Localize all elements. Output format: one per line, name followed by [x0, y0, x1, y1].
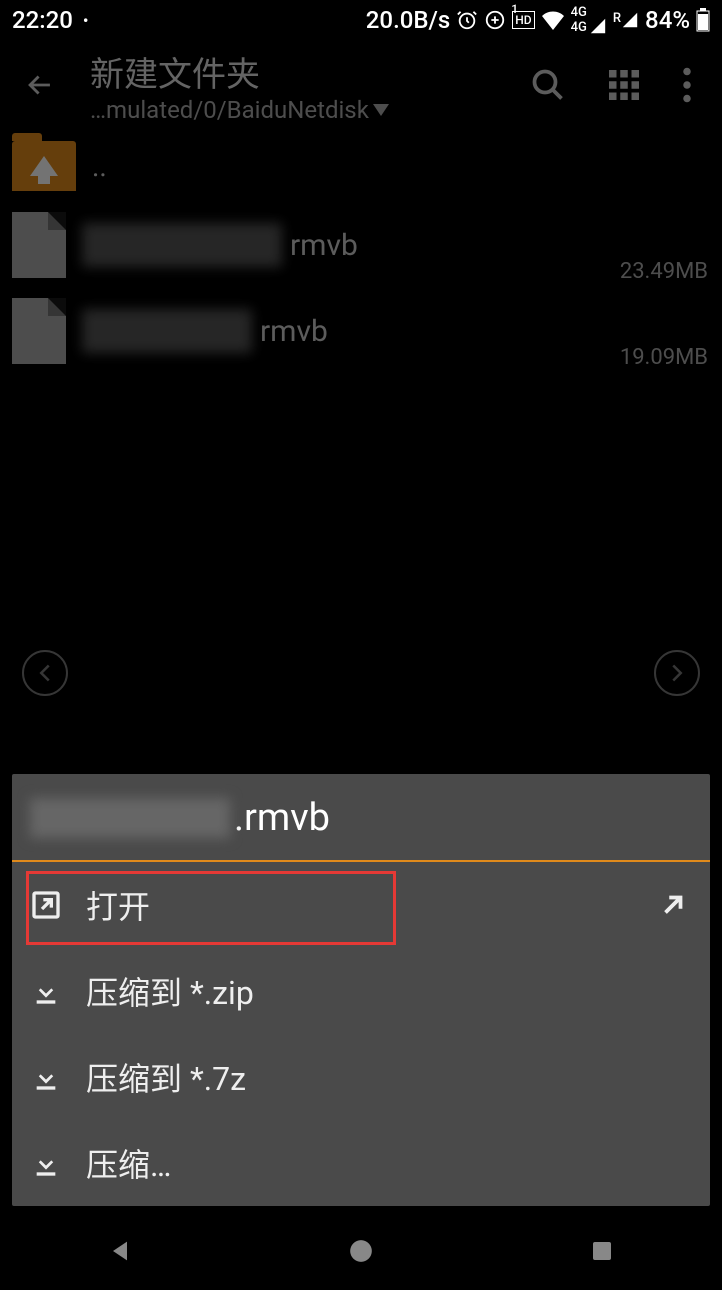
page-title: 新建文件夹 [90, 47, 530, 96]
sheet-header: .rmvb [12, 774, 710, 862]
wifi-icon [541, 10, 565, 30]
app-bar: 新建文件夹 …mulated/0/BaiduNetdisk [0, 40, 722, 130]
file-row[interactable]: rmvb 19.09MB [0, 288, 722, 374]
download-icon [30, 1147, 62, 1179]
hd-icon: 1HD [512, 11, 534, 29]
status-speed: 20.0B/s [366, 6, 450, 34]
signal-4g-icon: 4G4G [571, 5, 607, 35]
file-name-redacted [82, 309, 252, 353]
nav-home-button[interactable] [344, 1234, 378, 1268]
system-nav-bar [0, 1212, 722, 1290]
signal-r-icon: R [613, 11, 639, 29]
nav-back-button[interactable] [103, 1234, 137, 1268]
plus-circle-icon [484, 9, 506, 31]
next-button[interactable] [654, 650, 700, 696]
prev-button[interactable] [22, 650, 68, 696]
file-size: 23.49MB [620, 259, 708, 284]
file-list: .. rmvb 23.49MB rmvb 19.09MB [0, 130, 722, 374]
sheet-file-extension: .rmvb [234, 796, 330, 840]
menu-item-compress[interactable]: 压缩… [12, 1120, 710, 1206]
page-nav [0, 650, 722, 696]
search-icon[interactable] [530, 67, 566, 103]
sheet-filename-redacted [30, 798, 230, 838]
status-dot: • [83, 11, 89, 30]
arrow-up-right-icon [658, 890, 688, 920]
file-icon [12, 212, 66, 278]
menu-item-label: 压缩到 *.7z [86, 1054, 246, 1100]
menu-item-label: 压缩到 *.zip [86, 968, 254, 1014]
parent-folder-label: .. [92, 150, 107, 183]
parent-folder-row[interactable]: .. [0, 130, 722, 202]
status-bar: 22:20 • 20.0B/s 1HD 4G4G R 84% [0, 0, 722, 40]
file-icon [12, 298, 66, 364]
download-icon [30, 975, 62, 1007]
download-icon [30, 1061, 62, 1093]
context-menu: .rmvb 打开 压缩到 *.zip 压缩到 *.7z 压缩… [12, 774, 710, 1206]
file-row[interactable]: rmvb 23.49MB [0, 202, 722, 288]
alarm-icon [456, 9, 478, 31]
status-time: 22:20 [12, 6, 73, 34]
menu-item-label: 压缩… [86, 1140, 171, 1186]
battery-icon [696, 8, 710, 32]
breadcrumb[interactable]: …mulated/0/BaiduNetdisk [90, 96, 530, 124]
menu-item-compress-7z[interactable]: 压缩到 *.7z [12, 1034, 710, 1120]
folder-up-icon [12, 141, 76, 191]
battery-percent: 84% [645, 6, 690, 34]
file-extension: rmvb [260, 314, 328, 349]
grid-icon[interactable] [606, 67, 642, 103]
more-icon[interactable] [682, 67, 692, 103]
dropdown-icon [373, 104, 389, 116]
file-name-redacted [82, 223, 282, 267]
back-button[interactable] [10, 68, 70, 102]
annotation-highlight [26, 871, 396, 945]
menu-item-compress-zip[interactable]: 压缩到 *.zip [12, 948, 710, 1034]
file-size: 19.09MB [620, 345, 708, 370]
file-extension: rmvb [290, 228, 358, 263]
nav-recent-button[interactable] [585, 1234, 619, 1268]
